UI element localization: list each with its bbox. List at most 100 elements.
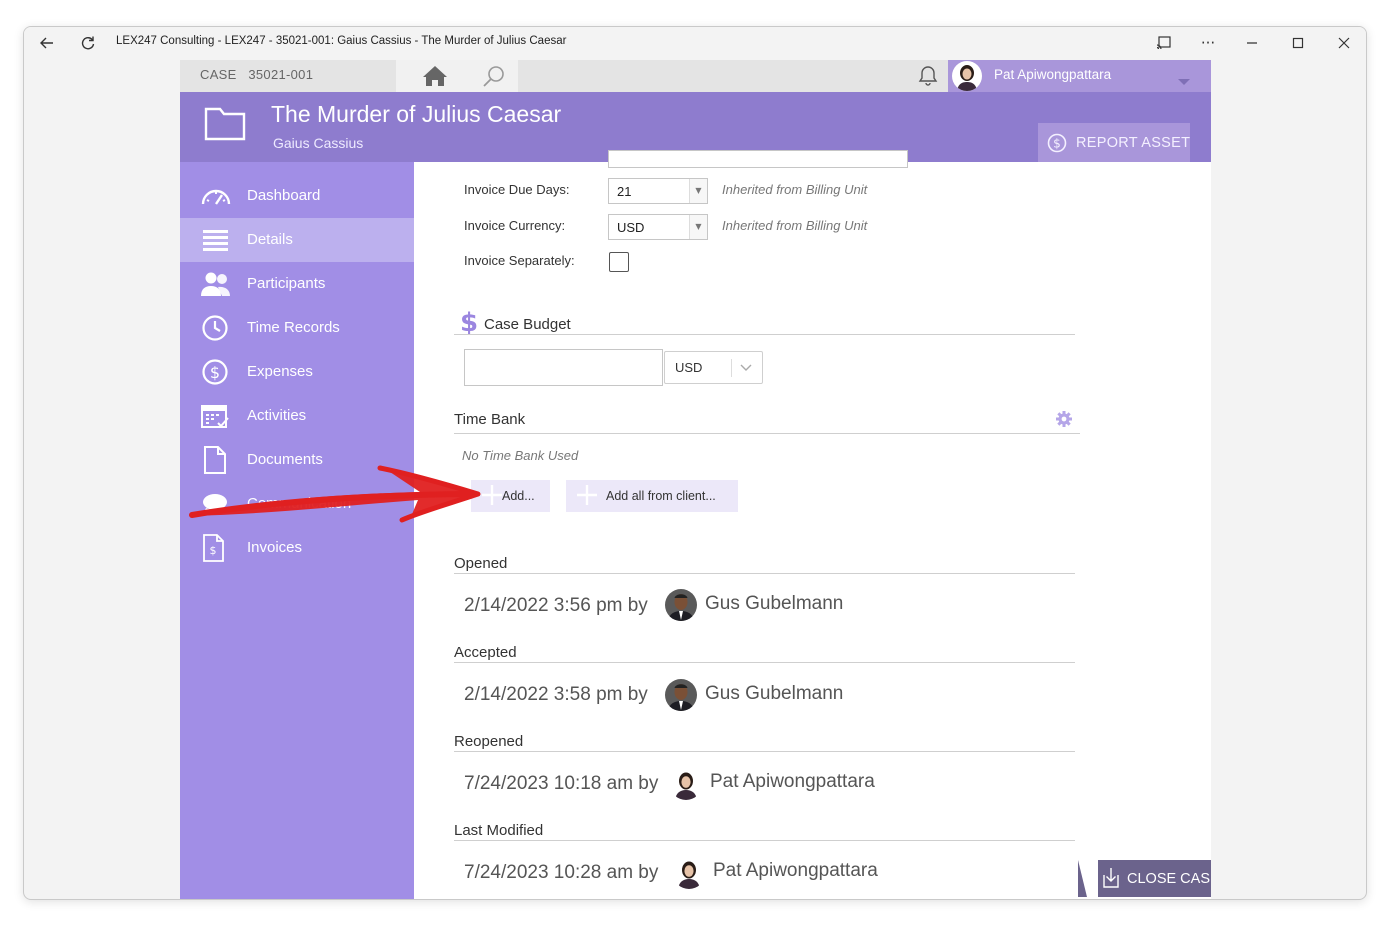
sidebar-item-label: Documents [247,451,323,468]
sidebar-item-activities[interactable]: Activities [180,394,414,438]
last-modified-title: Last Modified [454,822,544,839]
last-modified-person: Pat Apiwongpattara [713,860,878,881]
sidebar-item-label: Invoices [247,539,303,556]
time-bank-empty-note: No Time Bank Used [462,448,579,463]
avatar [952,61,982,91]
sidebar-item-label: Expenses [247,363,313,380]
reopened-person: Pat Apiwongpattara [710,771,875,792]
plus-icon [481,484,503,506]
list-icon [200,226,232,254]
clock-icon [200,314,232,342]
chevron-down-icon[interactable] [1177,72,1191,91]
opened-title: Opened [454,555,508,572]
app-content: CASE 35021-001 Pat Apiwongpattara The Mu… [180,60,1211,899]
sidebar-item-expenses[interactable]: $ Expenses [180,350,414,394]
chat-icon [200,490,232,518]
invoice-icon: $ [200,534,232,562]
close-case-button[interactable]: CLOSE CASE [1078,860,1211,897]
title-bar: LEX247 Consulting - LEX247 - 35021-001: … [24,27,1366,59]
case-budget-title: Case Budget [484,316,571,333]
sidebar-item-participants[interactable]: Participants [180,262,414,306]
folder-icon [204,105,246,145]
scrolled-field[interactable] [608,150,908,168]
accepted-stamp: 2/14/2022 3:58 pm by [464,684,648,705]
divider [454,334,1075,335]
top-nav [396,60,518,92]
add-time-bank-button[interactable]: Add... [471,480,550,512]
maximize-icon[interactable] [1284,31,1312,55]
search-icon[interactable] [482,65,506,91]
case-breadcrumb: CASE 35021-001 [200,67,313,82]
avatar [665,589,697,621]
report-asset-button[interactable]: $ REPORT ASSET [1038,123,1190,162]
sidebar-item-documents[interactable]: Documents [180,438,414,482]
chevron-down-icon[interactable]: ▼ [689,179,707,203]
details-panel: Invoice Due Days: 21 ▼ Inherited from Bi… [414,150,1211,899]
app-window: LEX247 Consulting - LEX247 - 35021-001: … [23,26,1367,900]
inherited-note: Inherited from Billing Unit [722,182,868,197]
dollar-circle-icon: $ [200,358,232,386]
button-notch [1078,860,1098,897]
svg-text:$: $ [210,544,217,557]
sidebar-item-invoices[interactable]: $ Invoices [180,526,414,570]
budget-currency-value: USD [675,360,703,375]
reopened-stamp: 7/24/2023 10:18 am by [464,773,659,794]
top-bar: CASE 35021-001 Pat Apiwongpattara [180,60,1211,92]
time-bank-title: Time Bank [454,411,526,428]
refresh-icon[interactable] [74,31,102,55]
add-all-label: Add all from client... [606,489,716,503]
invoice-separately-label: Invoice Separately: [464,253,575,268]
more-icon[interactable]: ··· [1194,31,1222,55]
dashboard-icon [200,182,232,210]
invoice-currency-label: Invoice Currency: [464,218,566,233]
accepted-title: Accepted [454,644,517,661]
sidebar-item-label: Activities [247,407,307,424]
invoice-currency-value: USD [617,220,645,235]
avatar [673,857,705,889]
invoice-separately-checkbox[interactable] [609,252,629,272]
divider [454,840,1075,841]
sidebar-item-dashboard[interactable]: Dashboard [180,174,414,218]
bell-icon[interactable] [916,64,940,92]
accepted-person: Gus Gubelmann [705,683,844,704]
sidebar-item-label: Time Records [247,319,340,336]
minimize-icon[interactable] [1238,31,1266,55]
last-modified-stamp: 7/24/2023 10:28 am by [464,862,659,883]
sidebar-item-details[interactable]: Details [180,218,414,262]
user-name: Pat Apiwongpattara [994,67,1112,82]
user-menu[interactable]: Pat Apiwongpattara [948,60,1211,92]
sidebar-item-communication[interactable]: Communication [180,482,414,526]
calendar-icon [200,402,232,430]
cast-icon[interactable] [1150,31,1178,55]
avatar [670,768,702,800]
chevron-down-icon[interactable] [740,360,752,375]
download-icon [1100,867,1122,893]
document-icon [200,446,232,474]
sidebar-item-label: Communication [247,495,352,512]
invoice-currency-select[interactable]: USD ▼ [608,214,708,240]
gear-icon[interactable] [1055,410,1073,432]
budget-amount-input[interactable] [464,349,663,386]
case-label: CASE [200,67,237,82]
case-number: 35021-001 [248,67,314,82]
invoice-due-days-label: Invoice Due Days: [464,182,570,197]
sidebar: Dashboard Details Participants Time Reco… [180,162,414,899]
budget-currency-select[interactable]: USD [664,351,763,384]
people-icon [200,270,232,298]
close-icon[interactable] [1330,31,1358,55]
close-case-label: CLOSE CASE [1127,871,1211,887]
sidebar-item-label: Participants [247,275,326,292]
invoice-due-days-select[interactable]: 21 ▼ [608,178,708,204]
window-title: LEX247 Consulting - LEX247 - 35021-001: … [116,35,567,47]
svg-text:$: $ [460,308,478,336]
opened-person: Gus Gubelmann [705,593,844,614]
add-label: Add... [502,489,535,503]
report-asset-label: REPORT ASSET [1076,135,1191,151]
add-all-from-client-button[interactable]: Add all from client... [566,480,738,512]
home-icon[interactable] [422,65,448,91]
divider [454,662,1075,663]
sidebar-item-time-records[interactable]: Time Records [180,306,414,350]
chevron-down-icon[interactable]: ▼ [689,215,707,239]
back-arrow-icon[interactable] [33,31,61,55]
svg-text:$: $ [210,363,220,382]
